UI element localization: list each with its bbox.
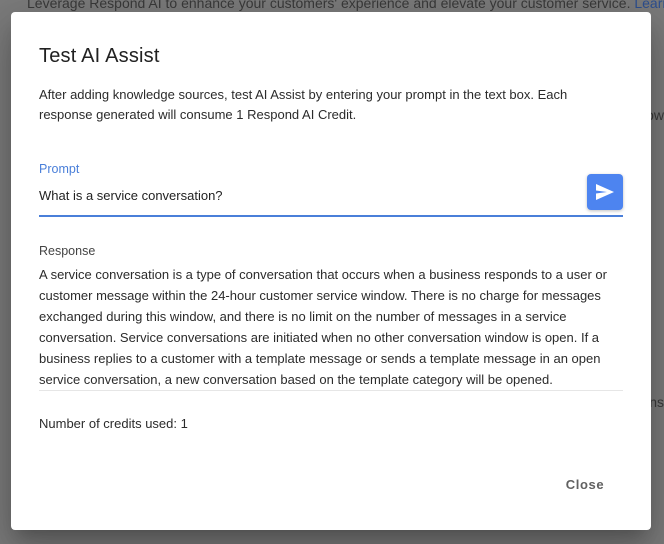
background-banner-text: Leverage Respond AI to enhance your cust…	[27, 0, 664, 11]
send-icon	[596, 184, 614, 200]
send-button[interactable]	[587, 174, 623, 210]
background-learn-link: Learn	[634, 0, 664, 11]
prompt-label: Prompt	[39, 162, 80, 176]
background-side-text: ns	[649, 394, 664, 410]
response-text: A service conversation is a type of conv…	[39, 267, 607, 387]
credits-used-text: Number of credits used: 1	[39, 416, 188, 431]
test-ai-assist-dialog: Test AI Assist After adding knowledge so…	[11, 12, 651, 530]
response-label: Response	[39, 244, 96, 258]
response-divider	[39, 390, 623, 391]
prompt-input[interactable]	[39, 184, 579, 206]
background-banner-message: Leverage Respond AI to enhance your cust…	[27, 0, 631, 11]
prompt-underline	[39, 215, 623, 217]
dialog-title: Test AI Assist	[39, 45, 160, 67]
close-button[interactable]: Close	[551, 471, 619, 497]
page: Leverage Respond AI to enhance your cust…	[0, 0, 664, 544]
dialog-description: After adding knowledge sources, test AI …	[39, 87, 568, 122]
